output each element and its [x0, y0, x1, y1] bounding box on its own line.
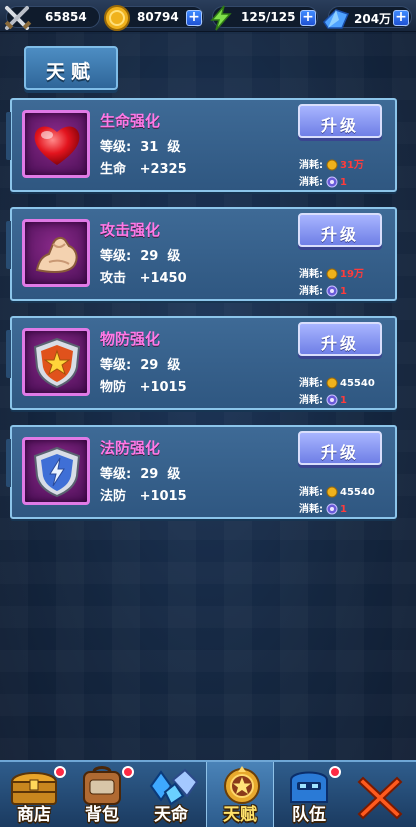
- item-cost-row: 消耗: 1: [299, 282, 347, 297]
- purple-orb-icon: [326, 285, 338, 297]
- add-energy-button[interactable]: +: [300, 10, 316, 26]
- gold-cost-value: 45540: [340, 487, 375, 498]
- cost-label: 消耗:: [299, 395, 323, 406]
- nav-label: 商店: [17, 805, 51, 825]
- gold-coin-icon: [326, 159, 338, 171]
- item-cost-row: 消耗: 1: [299, 173, 347, 188]
- talent-card-attack: 攻击强化 等级: 29 级 攻击 +1450 升级 消耗: 19万 消耗: 1: [6, 207, 397, 301]
- notification-dot: [329, 766, 341, 778]
- upgrade-button[interactable]: 升级: [298, 322, 382, 356]
- gems-value: 204万: [354, 12, 392, 26]
- power-stat: 65854: [4, 6, 100, 30]
- talent-level: 等级: 31 级: [100, 140, 181, 155]
- talent-card-magic-def: 法防强化 等级: 29 级 法防 +1015 升级 消耗: 45540 消耗: 1: [6, 425, 397, 519]
- gold-coin-icon: [104, 5, 130, 31]
- energy-value: 125/125: [241, 10, 296, 24]
- power-value: 65854: [45, 10, 87, 24]
- upgrade-button[interactable]: 升级: [298, 431, 382, 465]
- talent-bonus: 法防 +1015: [100, 489, 187, 504]
- bottom-nav: 商店 背包 天命 天赋 队伍: [0, 760, 416, 827]
- gold-stat: 80794 +: [104, 5, 204, 31]
- lightning-shield-icon: [33, 446, 81, 498]
- gold-cost-row: 消耗: 45540: [299, 374, 375, 389]
- add-gold-button[interactable]: +: [186, 10, 202, 26]
- talent-card-hp: 生命强化 等级: 31 级 生命 +2325 升级 消耗: 31万 消耗: 1: [6, 98, 397, 192]
- item-cost-row: 消耗: 1: [299, 500, 347, 515]
- purple-orb-icon: [326, 503, 338, 515]
- close-button[interactable]: [351, 768, 409, 824]
- talent-name: 攻击强化: [100, 221, 161, 239]
- cost-label: 消耗:: [299, 378, 323, 389]
- purple-orb-icon: [326, 394, 338, 406]
- nav-label: 天赋: [223, 805, 257, 825]
- gold-cost-value: 45540: [340, 378, 375, 389]
- cost-label: 消耗:: [299, 286, 323, 297]
- resource-bar: 65854 80794 + 125/125 + 204万 +: [0, 0, 416, 32]
- talent-portrait: [22, 437, 90, 505]
- item-cost-value: 1: [340, 504, 347, 515]
- nav-item-shop[interactable]: 商店: [0, 762, 68, 827]
- gold-cost-row: 消耗: 45540: [299, 483, 375, 498]
- talent-name: 法防强化: [100, 439, 161, 457]
- talent-level: 等级: 29 级: [100, 467, 181, 482]
- talent-level: 等级: 29 级: [100, 358, 181, 373]
- gold-cost-row: 消耗: 19万: [299, 265, 364, 280]
- nav-label: 天命: [154, 805, 188, 825]
- talent-name: 生命强化: [100, 112, 161, 130]
- nav-item-bag[interactable]: 背包: [68, 762, 136, 827]
- purple-orb-icon: [326, 176, 338, 188]
- cost-label: 消耗:: [299, 177, 323, 188]
- add-gems-button[interactable]: +: [393, 10, 409, 26]
- nav-label: 背包: [85, 805, 119, 825]
- talent-card-phys-def: 物防强化 等级: 29 级 物防 +1015 升级 消耗: 45540 消耗: 1: [6, 316, 397, 410]
- cost-label: 消耗:: [299, 160, 323, 171]
- nav-item-talent[interactable]: 天赋: [206, 762, 274, 827]
- talent-bonus: 物防 +1015: [100, 380, 187, 395]
- upgrade-button[interactable]: 升级: [298, 104, 382, 138]
- talent-bonus: 攻击 +1450: [100, 271, 187, 286]
- upgrade-button-label: 升级: [320, 225, 359, 244]
- upgrade-button[interactable]: 升级: [298, 213, 382, 247]
- upgrade-button-label: 升级: [320, 116, 359, 135]
- gold-value: 80794: [137, 10, 179, 24]
- item-cost-value: 1: [340, 395, 347, 406]
- gold-cost-value: 31万: [340, 160, 364, 171]
- gold-coin-icon: [326, 268, 338, 280]
- energy-stat: 125/125 +: [210, 5, 318, 31]
- cost-label: 消耗:: [299, 504, 323, 515]
- talent-portrait: [22, 219, 90, 287]
- lightning-icon: [210, 5, 232, 31]
- talent-bonus: 生命 +2325: [100, 162, 187, 177]
- cost-label: 消耗:: [299, 269, 323, 280]
- upgrade-button-label: 升级: [320, 334, 359, 353]
- gold-coin-icon: [326, 377, 338, 389]
- gold-coin-icon: [326, 486, 338, 498]
- blue-crystal-icon: [323, 9, 350, 29]
- close-x-icon: [357, 776, 403, 820]
- heart-icon: [34, 126, 80, 165]
- gold-cost-row: 消耗: 31万: [299, 156, 364, 171]
- cost-label: 消耗:: [299, 487, 323, 498]
- talent-tab-title: 天赋: [24, 46, 118, 90]
- gold-cost-value: 19万: [340, 269, 364, 280]
- nav-item-team[interactable]: 队伍: [275, 762, 343, 827]
- talent-name: 物防强化: [100, 330, 161, 348]
- nav-label: 队伍: [292, 805, 326, 825]
- tab-title-text: 天赋: [45, 61, 96, 83]
- nav-item-fate[interactable]: 天命: [137, 762, 205, 827]
- item-cost-value: 1: [340, 286, 347, 297]
- notification-dot: [54, 766, 66, 778]
- item-cost-row: 消耗: 1: [299, 391, 347, 406]
- crossed-swords-icon: [4, 6, 32, 30]
- notification-dot: [122, 766, 134, 778]
- talent-portrait: [22, 110, 90, 178]
- muscle-arm-icon: [35, 236, 78, 273]
- gems-stat: 204万 +: [323, 6, 412, 29]
- upgrade-button-label: 升级: [320, 443, 359, 462]
- talent-level: 等级: 29 级: [100, 249, 181, 264]
- star-shield-icon: [33, 337, 81, 389]
- talent-portrait: [22, 328, 90, 396]
- item-cost-value: 1: [340, 177, 347, 188]
